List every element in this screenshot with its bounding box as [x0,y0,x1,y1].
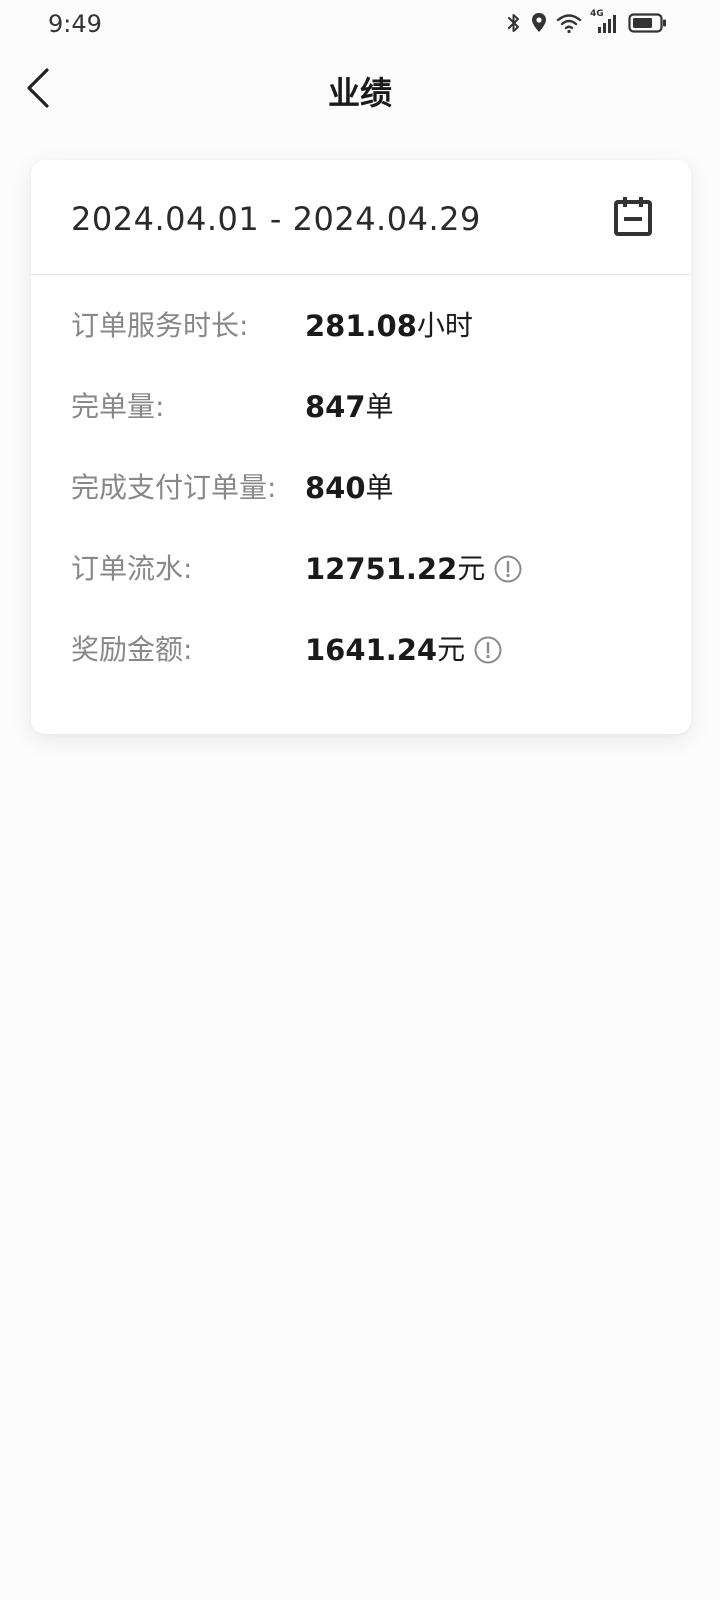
calendar-icon [611,197,655,242]
stat-row-reward-amount: 奖励金额: 1641.24 元 [71,630,671,711]
stat-row-paid-orders: 完成支付订单量: 840 单 [71,468,671,549]
stat-unit: 单 [365,471,394,504]
stat-row-order-revenue: 订单流水: 12751.22 元 [71,549,671,630]
location-icon [530,11,548,35]
status-icons: 4G [506,9,668,35]
status-time: 9:49 [48,10,102,38]
stat-label: 完单量: [71,390,165,423]
bluetooth-icon [506,11,522,35]
stat-label: 订单流水: [71,552,193,585]
performance-card: 2024.04.01 - 2024.04.29 订单服务时长: 281.08 小… [31,160,691,734]
date-range[interactable]: 2024.04.01 - 2024.04.29 [71,200,481,238]
stat-value: 840 单 [305,468,394,508]
signal-4g-icon: 4G [590,9,620,35]
stat-number: 12751.22 [305,552,458,586]
stat-value: 1641.24 元 [305,630,503,670]
stat-value: 847 单 [305,387,394,427]
battery-icon [628,12,668,34]
stat-unit: 元 [437,633,466,666]
page-title: 业绩 [327,74,392,112]
stat-unit: 单 [365,390,394,423]
stats-list: 订单服务时长: 281.08 小时 完单量: 847 单 完成支付订单量: 84… [71,306,671,711]
stat-row-service-duration: 订单服务时长: 281.08 小时 [71,306,671,387]
stat-label: 奖励金额: [71,633,193,666]
wifi-icon [556,12,582,34]
stat-label: 完成支付订单量: [71,471,277,504]
stat-row-completed-orders: 完单量: 847 单 [71,387,671,468]
stat-unit: 元 [457,552,486,585]
stat-number: 281.08 [305,309,417,343]
card-header: 2024.04.01 - 2024.04.29 [31,160,691,275]
stat-value: 281.08 小时 [305,306,473,346]
info-icon[interactable] [493,554,523,584]
stat-value: 12751.22 元 [305,549,523,589]
info-icon[interactable] [473,635,503,665]
stat-number: 847 [305,390,366,424]
stat-number: 1641.24 [305,633,438,667]
stat-unit: 小时 [416,309,473,342]
status-bar: 9:49 4G [0,0,720,44]
stat-number: 840 [305,471,366,505]
calendar-button[interactable] [611,194,655,238]
stat-label: 订单服务时长: [71,309,249,342]
header: 业绩 [0,48,720,132]
